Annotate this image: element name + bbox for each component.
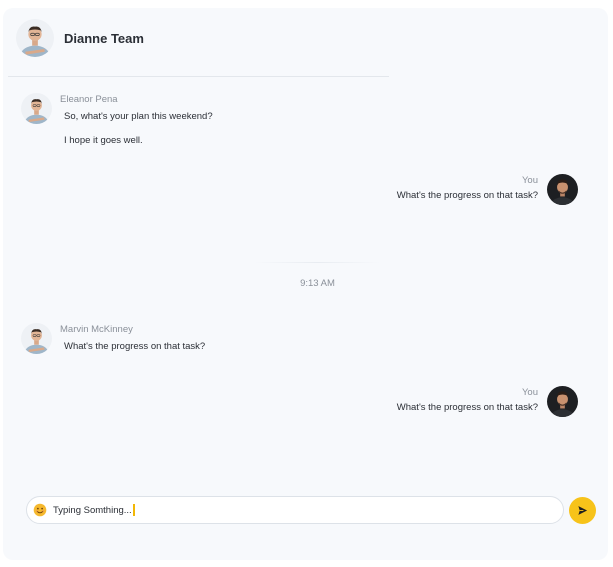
send-button[interactable] (569, 497, 596, 524)
sender-name: Eleanor Pena (60, 94, 118, 105)
sender-avatar[interactable] (21, 93, 52, 124)
message-composer (26, 496, 564, 524)
smile-emoji-icon[interactable] (33, 503, 47, 517)
separator-line (255, 262, 380, 263)
message-text: What's the progress on that task? (396, 190, 538, 201)
timestamp-separator: 9:13 AM (255, 262, 380, 291)
sender-name: You (521, 387, 538, 398)
user-avatar[interactable] (547, 386, 578, 417)
message-input[interactable] (53, 502, 133, 518)
message-outgoing: You What's the progress on that task? (397, 386, 578, 417)
timestamp: 9:13 AM (300, 278, 335, 289)
chat-header: Dianne Team (16, 18, 144, 58)
sender-name: You (521, 175, 538, 186)
user-avatar[interactable] (547, 174, 578, 205)
message-text: What's the progress on that task? (396, 402, 538, 413)
sender-avatar[interactable] (21, 323, 52, 354)
message-text: So, what's your plan this weekend? (64, 111, 213, 122)
sender-name: Marvin McKinney (60, 324, 133, 335)
message-incoming: Eleanor Pena So, what's your plan this w… (21, 93, 213, 146)
team-avatar[interactable] (16, 19, 54, 57)
text-caret (133, 504, 135, 516)
send-arrow-icon (578, 506, 588, 515)
message-text: I hope it goes well. (64, 135, 143, 146)
message-incoming: Marvin McKinney What's the progress on t… (21, 323, 205, 354)
message-text: What's the progress on that task? (64, 341, 206, 352)
chat-title: Dianne Team (64, 30, 144, 46)
header-divider (8, 76, 389, 77)
message-outgoing: You What's the progress on that task? (397, 174, 578, 205)
